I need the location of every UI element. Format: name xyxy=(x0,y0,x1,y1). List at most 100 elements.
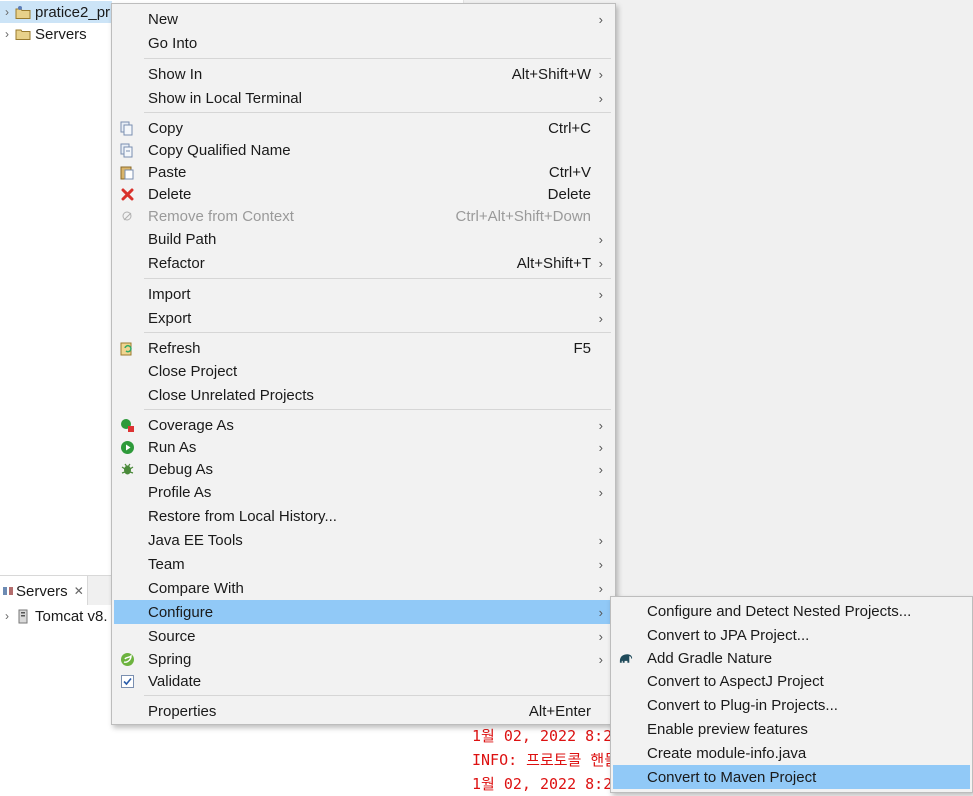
menu-item-copy-qualified-name[interactable]: Copy Qualified Name xyxy=(114,138,613,162)
menu-item-new[interactable]: New › xyxy=(114,7,613,31)
submenu-arrow-icon: › xyxy=(598,461,603,477)
menu-item-paste[interactable]: Paste Ctrl+V xyxy=(114,160,613,184)
menu-item-debug-as[interactable]: Debug As › xyxy=(114,457,613,481)
menu-item-label: Show In xyxy=(148,65,203,83)
menu-item-validate[interactable]: Validate xyxy=(114,669,613,693)
refresh-icon xyxy=(119,340,135,356)
menu-item-team[interactable]: Team › xyxy=(114,552,613,576)
menu-item-shortcut: Ctrl+C xyxy=(548,119,591,137)
submenu-arrow-icon: › xyxy=(598,651,603,667)
server-row[interactable]: › Tomcat v8. xyxy=(0,605,108,627)
tree-item-label: pratice2_pr xyxy=(35,3,111,21)
menu-item-java-ee-tools[interactable]: Java EE Tools › xyxy=(114,528,613,552)
menu-item-label: Compare With xyxy=(148,579,244,597)
submenu-arrow-icon: › xyxy=(598,628,603,644)
menu-item-spring[interactable]: Spring › xyxy=(114,647,613,671)
menu-item-show-in-local-terminal[interactable]: Show in Local Terminal › xyxy=(114,86,613,110)
servers-view-icon xyxy=(2,585,16,597)
menu-item-shortcut: Ctrl+Alt+Shift+Down xyxy=(455,207,591,225)
menu-item-build-path[interactable]: Build Path › xyxy=(114,227,613,251)
server-icon xyxy=(14,608,32,624)
menu-item-import[interactable]: Import › xyxy=(114,282,613,306)
chevron-right-icon[interactable]: › xyxy=(0,609,14,623)
configure-submenu: Configure and Detect Nested Projects... … xyxy=(610,596,973,793)
submenu-arrow-icon: › xyxy=(598,255,603,271)
menu-separator xyxy=(144,112,611,113)
menu-item-label: Paste xyxy=(148,163,187,181)
console-line: 1월 02, 2022 8:2 xyxy=(472,775,613,793)
menu-item-coverage-as[interactable]: Coverage As › xyxy=(114,413,613,437)
submenu-item-convert-maven[interactable]: Convert to Maven Project xyxy=(613,765,970,789)
chevron-right-icon[interactable]: › xyxy=(0,5,14,19)
menu-item-properties[interactable]: Properties Alt+Enter xyxy=(114,699,613,723)
paste-icon xyxy=(119,164,135,180)
submenu-item-configure-detect-nested[interactable]: Configure and Detect Nested Projects... xyxy=(613,599,970,623)
menu-item-copy[interactable]: Copy Ctrl+C xyxy=(114,116,613,140)
menu-item-label: Copy xyxy=(148,119,184,137)
menu-item-label: Properties xyxy=(148,702,217,720)
chevron-right-icon[interactable]: › xyxy=(0,27,14,41)
submenu-arrow-icon: › xyxy=(598,439,603,455)
submenu-item-enable-preview[interactable]: Enable preview features xyxy=(613,717,970,741)
menu-item-label: Profile As xyxy=(148,483,212,501)
menu-item-export[interactable]: Export › xyxy=(114,306,613,330)
menu-item-label: Create module-info.java xyxy=(647,744,807,762)
servers-tab-label: Servers xyxy=(16,582,68,600)
menu-item-label: Java EE Tools xyxy=(148,531,243,549)
menu-item-compare-with[interactable]: Compare With › xyxy=(114,576,613,600)
menu-item-refresh[interactable]: Refresh F5 xyxy=(114,336,613,360)
submenu-item-convert-aspectj[interactable]: Convert to AspectJ Project xyxy=(613,669,970,693)
submenu-arrow-icon: › xyxy=(598,231,603,247)
menu-item-label: Configure and Detect Nested Projects... xyxy=(647,602,912,620)
submenu-arrow-icon: › xyxy=(598,484,603,500)
menu-item-label: Enable preview features xyxy=(647,720,808,738)
tree-item-servers[interactable]: › Servers xyxy=(0,23,87,45)
menu-item-label: Validate xyxy=(148,672,202,690)
submenu-arrow-icon: › xyxy=(598,532,603,548)
menu-item-label: Debug As xyxy=(148,460,214,478)
menu-item-label: New xyxy=(148,10,179,28)
menu-item-close-unrelated-projects[interactable]: Close Unrelated Projects xyxy=(114,383,613,407)
menu-item-shortcut: Alt+Shift+T xyxy=(516,254,591,272)
menu-item-configure[interactable]: Configure › xyxy=(114,600,613,624)
tab-servers[interactable]: Servers ✕ xyxy=(0,576,88,606)
submenu-arrow-icon: › xyxy=(598,604,603,620)
menu-item-label: Convert to Plug-in Projects... xyxy=(647,696,838,714)
menu-item-refactor[interactable]: Refactor Alt+Shift+T › xyxy=(114,251,613,275)
submenu-arrow-icon: › xyxy=(598,556,603,572)
tree-item-label: Servers xyxy=(35,25,87,43)
menu-item-delete[interactable]: Delete Delete xyxy=(114,182,613,206)
menu-item-restore-local-history[interactable]: Restore from Local History... xyxy=(114,504,613,528)
menu-item-run-as[interactable]: Run As › xyxy=(114,435,613,459)
coverage-icon xyxy=(119,417,135,433)
menu-item-show-in[interactable]: Show In Alt+Shift+W › xyxy=(114,62,613,86)
submenu-item-add-gradle-nature[interactable]: Add Gradle Nature xyxy=(613,646,970,670)
menu-item-label: Restore from Local History... xyxy=(148,507,337,525)
server-label: Tomcat v8. xyxy=(35,607,108,625)
menu-item-remove-from-context[interactable]: Remove from Context Ctrl+Alt+Shift+Down xyxy=(114,204,613,228)
submenu-arrow-icon: › xyxy=(598,90,603,106)
menu-item-profile-as[interactable]: Profile As › xyxy=(114,480,613,504)
submenu-arrow-icon: › xyxy=(598,580,603,596)
menu-separator xyxy=(144,695,611,696)
tree-item-project[interactable]: › pratice2_pr xyxy=(0,1,112,23)
menu-item-go-into[interactable]: Go Into xyxy=(114,31,613,55)
close-icon[interactable]: ✕ xyxy=(74,584,84,598)
menu-item-close-project[interactable]: Close Project xyxy=(114,359,613,383)
menu-item-label: Refresh xyxy=(148,339,201,357)
menu-item-label: Team xyxy=(148,555,185,573)
submenu-arrow-icon: › xyxy=(598,286,603,302)
console-line: INFO: 프로토콜 핸들 xyxy=(472,751,619,769)
menu-separator xyxy=(144,332,611,333)
copy-icon xyxy=(119,120,135,136)
package-explorer: › pratice2_pr › Servers xyxy=(0,0,112,575)
submenu-item-create-module-info[interactable]: Create module-info.java xyxy=(613,741,970,765)
folder-icon xyxy=(14,26,32,42)
submenu-item-convert-jpa[interactable]: Convert to JPA Project... xyxy=(613,623,970,647)
submenu-item-convert-plugin[interactable]: Convert to Plug-in Projects... xyxy=(613,693,970,717)
submenu-arrow-icon: › xyxy=(598,11,603,27)
menu-item-source[interactable]: Source › xyxy=(114,624,613,648)
menu-item-shortcut: Ctrl+V xyxy=(548,163,591,181)
copy-qualified-name-icon xyxy=(119,142,135,158)
menu-item-label: Convert to AspectJ Project xyxy=(647,672,824,690)
